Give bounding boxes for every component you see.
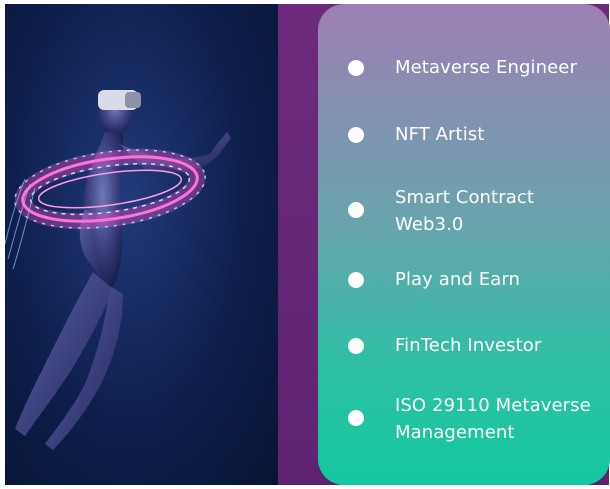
list-item-label: Metaverse Engineer [395, 57, 577, 78]
bullet-dot-icon [348, 272, 364, 288]
list-item-label: Smart Contract Web3.0 [395, 187, 535, 235]
metaverse-figure-image [5, 4, 278, 485]
bullet-dot-icon [348, 60, 364, 76]
vr-figure-illustration [5, 90, 231, 450]
list-item-label: ISO 29110 Metaverse Management [395, 395, 591, 443]
career-list-card: Metaverse Engineer NFT Artist Smart Cont… [318, 4, 610, 485]
bullet-dot-icon [348, 410, 364, 426]
bullet-dot-icon [348, 202, 364, 218]
list-item-label: FinTech Investor [395, 335, 542, 356]
list-item-label: Play and Earn [395, 269, 521, 290]
bullet-dot-icon [348, 338, 364, 354]
vr-headset-icon [98, 90, 141, 110]
list-item-label: NFT Artist [395, 124, 485, 145]
bullet-dot-icon [348, 127, 364, 143]
